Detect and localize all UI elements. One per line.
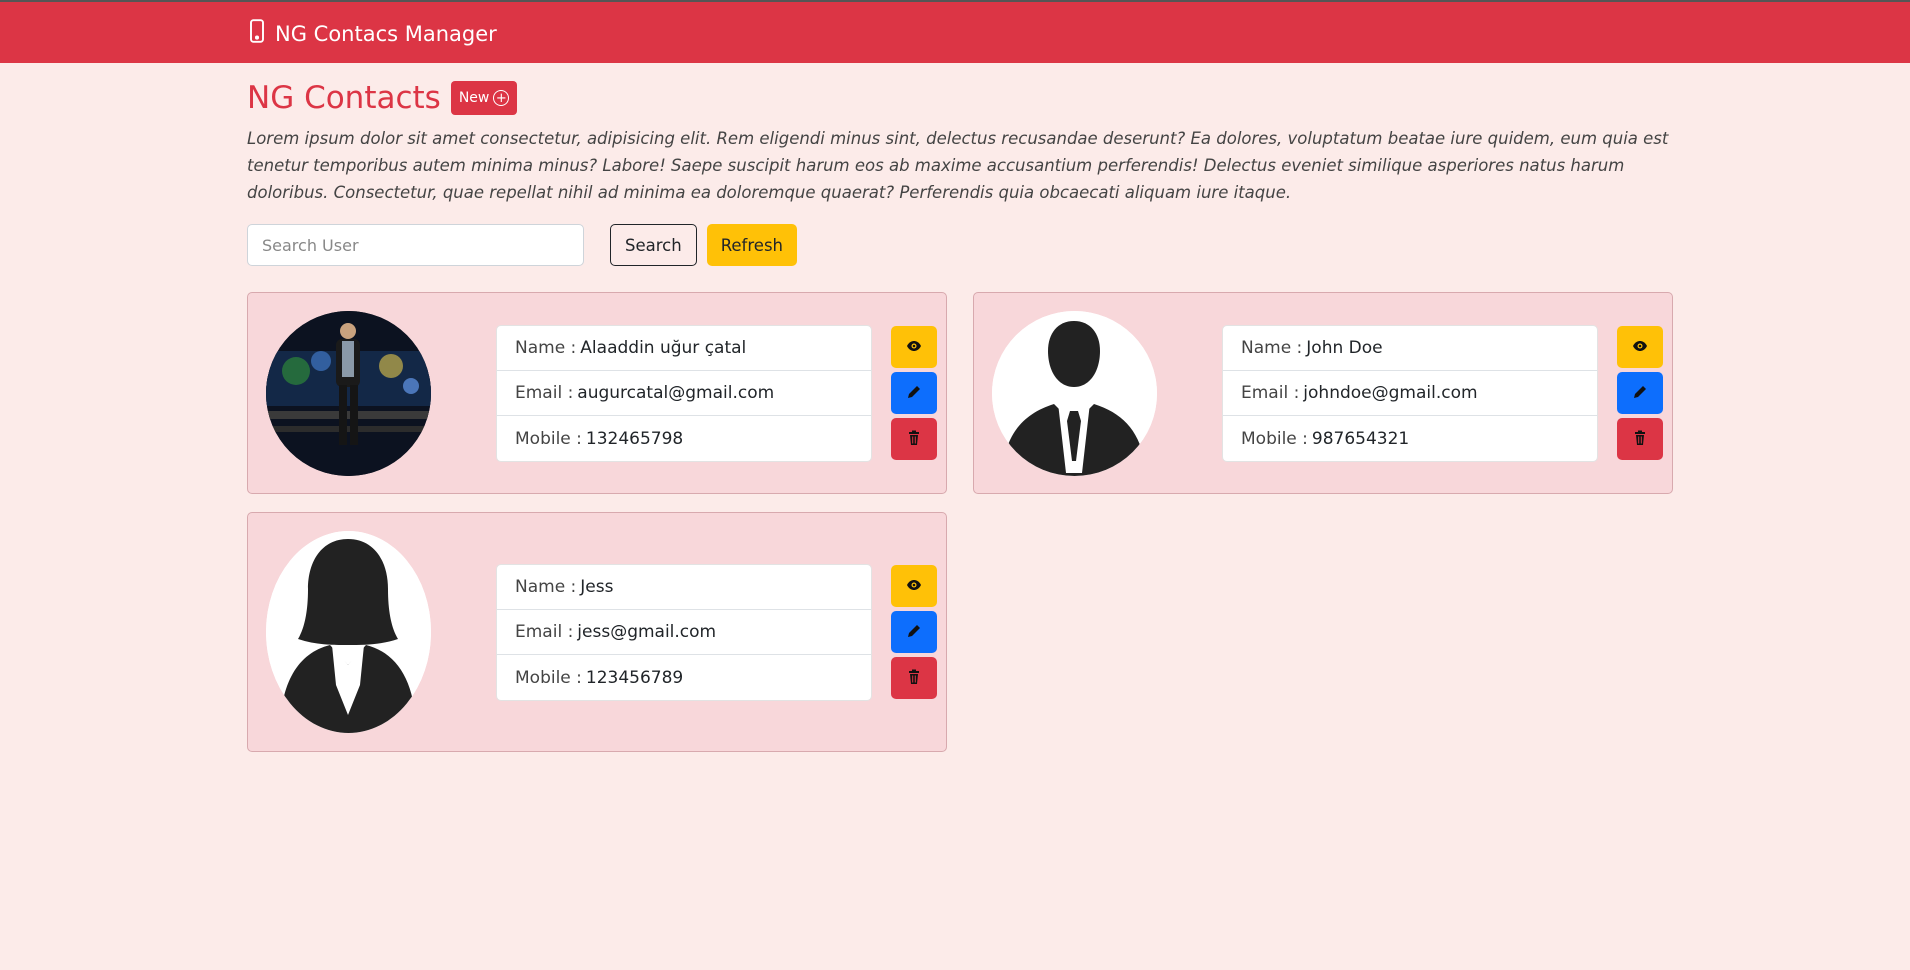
email-label: Email :	[515, 383, 574, 403]
contact-email-row: Email : johndoe@gmail.com	[1223, 371, 1597, 416]
mobile-phone-icon	[247, 19, 267, 48]
view-contact-button[interactable]	[1617, 326, 1663, 368]
new-button-label: New	[458, 90, 490, 106]
intro-text: Lorem ipsum dolor sit amet consectetur, …	[247, 129, 1669, 202]
contact-avatar-male	[992, 311, 1157, 476]
contact-avatar-female	[266, 531, 431, 733]
search-input[interactable]	[247, 224, 584, 266]
plus-circle-icon: +	[493, 90, 510, 106]
edit-contact-button[interactable]	[891, 372, 937, 414]
contact-name: Jess	[580, 577, 614, 597]
trash-icon	[906, 430, 922, 449]
brand-label: NG Contacs Manager	[275, 21, 497, 46]
name-label: Name :	[1241, 338, 1303, 358]
contact-actions	[891, 326, 937, 460]
search-button[interactable]: Search	[610, 224, 697, 266]
contact-email-row: Email : augurcatal@gmail.com	[497, 371, 871, 416]
mobile-label: Mobile :	[515, 428, 582, 449]
pencil-icon	[1632, 384, 1648, 403]
delete-contact-button[interactable]	[891, 657, 937, 699]
contact-mobile: 987654321	[1311, 428, 1410, 449]
mobile-label: Mobile :	[1241, 428, 1308, 449]
pencil-icon	[906, 623, 922, 642]
navbar: NG Contacs Manager	[0, 0, 1910, 63]
name-label: Name :	[515, 338, 577, 358]
delete-contact-button[interactable]	[891, 418, 937, 460]
edit-contact-button[interactable]	[891, 611, 937, 653]
contact-name: John Doe	[1306, 338, 1383, 358]
contact-mobile-row: Mobile :132465798	[497, 416, 871, 461]
delete-contact-button[interactable]	[1617, 418, 1663, 460]
brand-link[interactable]: NG Contacs Manager	[247, 19, 497, 48]
contact-mobile-row: Mobile :123456789	[497, 655, 871, 700]
name-label: Name :	[515, 577, 577, 597]
contact-mobile: 123456789	[585, 667, 684, 688]
search-bar: Search Refresh	[247, 224, 797, 266]
contact-info-list: Name : Jess Email : jess@gmail.com Mobile …	[496, 564, 872, 701]
contact-info-list: Name : Alaaddin uğur çatal Email : augurca…	[496, 325, 872, 462]
eye-icon	[906, 338, 922, 357]
view-contact-button[interactable]	[891, 565, 937, 607]
new-contact-button[interactable]: New +	[450, 81, 518, 115]
eye-icon	[1632, 338, 1648, 357]
email-label: Email :	[515, 622, 574, 642]
pencil-icon	[906, 384, 922, 403]
contact-name-row: Name : Alaaddin uğur çatal	[497, 326, 871, 371]
contact-mobile: 132465798	[585, 428, 684, 449]
contact-info-list: Name : John Doe Email : johndoe@gmail.com …	[1222, 325, 1598, 462]
mobile-label: Mobile :	[515, 667, 582, 688]
contact-email: jess@gmail.com	[577, 622, 717, 642]
contact-name-row: Name : John Doe	[1223, 326, 1597, 371]
contact-email: johndoe@gmail.com	[1303, 383, 1478, 403]
trash-icon	[1632, 430, 1648, 449]
contact-card: Name : Jess Email : jess@gmail.com Mobile …	[247, 512, 947, 752]
eye-icon	[906, 577, 922, 596]
refresh-button[interactable]: Refresh	[706, 224, 797, 266]
contact-mobile-row: Mobile :987654321	[1223, 416, 1597, 461]
contact-name: Alaaddin uğur çatal	[580, 338, 747, 358]
contact-actions	[891, 565, 937, 699]
contact-email-row: Email : jess@gmail.com	[497, 610, 871, 655]
edit-contact-button[interactable]	[1617, 372, 1663, 414]
contact-actions	[1617, 326, 1663, 460]
contact-card: Name : John Doe Email : johndoe@gmail.com …	[973, 292, 1673, 494]
view-contact-button[interactable]	[891, 326, 937, 368]
contact-name-row: Name : Jess	[497, 565, 871, 610]
title-row: NG Contacts New +	[247, 80, 518, 116]
contact-avatar-photo	[266, 311, 431, 476]
contact-card: Name : Alaaddin uğur çatal Email : augurca…	[247, 292, 947, 494]
page-title: NG Contacts	[247, 80, 441, 116]
trash-icon	[906, 669, 922, 688]
email-label: Email :	[1241, 383, 1300, 403]
contact-email: augurcatal@gmail.com	[577, 383, 775, 403]
